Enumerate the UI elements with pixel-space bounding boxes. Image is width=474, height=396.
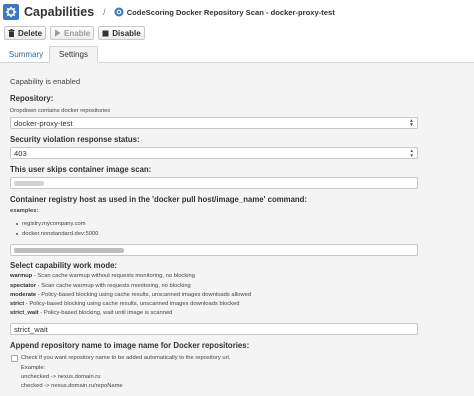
- enable-button[interactable]: Enable: [50, 26, 95, 40]
- disable-button-label: Disable: [112, 28, 141, 38]
- action-toolbar: Delete Enable Disable: [0, 24, 474, 42]
- capability-status: Capability is enabled: [10, 77, 81, 86]
- mode-name: strict_wait: [10, 310, 39, 316]
- tab-settings[interactable]: Settings: [49, 46, 98, 63]
- redacted-username: [14, 180, 44, 186]
- append-name-help: Check if you want repository name to be …: [21, 355, 231, 361]
- delete-button-label: Delete: [18, 28, 43, 38]
- example-item: docker.nonstandard.dev:5000: [15, 230, 99, 237]
- mode-description-warmup: warmup - Scan cache warmup without reque…: [10, 273, 195, 279]
- mode-desc: - Policy-based blocking using cache resu…: [36, 292, 252, 298]
- mode-description-strict-wait: strict_wait - Policy-based blocking, wai…: [10, 310, 172, 316]
- repository-value: docker-proxy-test: [14, 118, 73, 128]
- append-name-checkbox[interactable]: [11, 355, 18, 362]
- mode-desc: - Policy-based blocking, wait until imag…: [38, 310, 173, 316]
- mode-description-strict: strict - Policy-based blocking using cac…: [10, 301, 239, 307]
- registry-host-input[interactable]: [10, 244, 418, 256]
- work-mode-value: strict_wait: [14, 324, 48, 334]
- security-status-input[interactable]: 403 ▲ ▼: [10, 147, 418, 159]
- repository-select[interactable]: docker-proxy-test ▲ ▼: [10, 117, 418, 129]
- mode-desc: - Policy-based blocking using cache resu…: [24, 301, 240, 307]
- delete-button[interactable]: Delete: [4, 26, 47, 40]
- security-status-value: 403: [14, 148, 27, 158]
- trash-icon: [7, 29, 15, 37]
- append-name-unchecked-example: unchecked -> nexus.domain.ru: [21, 374, 101, 380]
- breadcrumb-current: CodeScoring Docker Repository Scan - doc…: [126, 7, 335, 17]
- repository-label: Repository:: [10, 94, 54, 103]
- append-name-example-label: Example:: [21, 365, 46, 371]
- mode-name: moderate: [10, 292, 37, 298]
- work-mode-input[interactable]: strict_wait: [10, 323, 418, 335]
- settings-panel: Capability is enabled Repository: Dropdo…: [0, 63, 474, 396]
- enable-button-label: Enable: [64, 28, 91, 38]
- play-icon: [53, 29, 61, 37]
- breadcrumb-separator: /: [103, 7, 106, 17]
- select-arrows-icon: ▲ ▼: [409, 118, 414, 128]
- mode-description-moderate: moderate - Policy-based blocking using c…: [10, 292, 251, 298]
- number-spinner-icon[interactable]: ▲ ▼: [410, 148, 414, 158]
- tab-summary[interactable]: Summary: [3, 46, 49, 63]
- append-name-label: Append repository name to image name for…: [10, 341, 250, 350]
- stop-icon: [101, 29, 109, 37]
- page-title[interactable]: Capabilities: [24, 5, 94, 19]
- repository-help: Dropdown contains docker repositories: [10, 108, 111, 114]
- tab-bar: Summary Settings: [0, 43, 474, 63]
- skip-user-input[interactable]: [10, 177, 418, 189]
- registry-host-examples: registry.mycompany.com docker.nonstandar…: [15, 221, 99, 240]
- redacted-registry-host: [14, 247, 124, 253]
- skip-user-label: This user skips container image scan:: [10, 165, 152, 174]
- examples-label: examples:: [10, 208, 39, 214]
- example-item: registry.mycompany.com: [15, 221, 98, 227]
- mode-name: warmup: [10, 273, 33, 279]
- mode-desc: - Scan cache warmup with requests monito…: [36, 283, 191, 289]
- mode-description-spectator: spectator - Scan cache warmup with reque…: [10, 283, 191, 289]
- mode-desc: - Scan cache warmup without requests mon…: [32, 273, 195, 279]
- mode-name: spectator: [10, 283, 37, 289]
- page-header: Capabilities / CodeScoring Docker Reposi…: [0, 0, 474, 24]
- work-mode-label: Select capability work mode:: [10, 261, 118, 270]
- security-status-label: Security violation response status:: [10, 135, 140, 144]
- disable-button[interactable]: Disable: [98, 26, 145, 40]
- append-name-checked-example: checked -> nexus.domain.ru/repoName: [21, 383, 123, 389]
- mode-name: strict: [10, 301, 25, 307]
- capabilities-icon: [3, 4, 19, 20]
- capability-gear-icon: [114, 7, 124, 17]
- registry-host-label: Container registry host as used in the '…: [10, 195, 308, 204]
